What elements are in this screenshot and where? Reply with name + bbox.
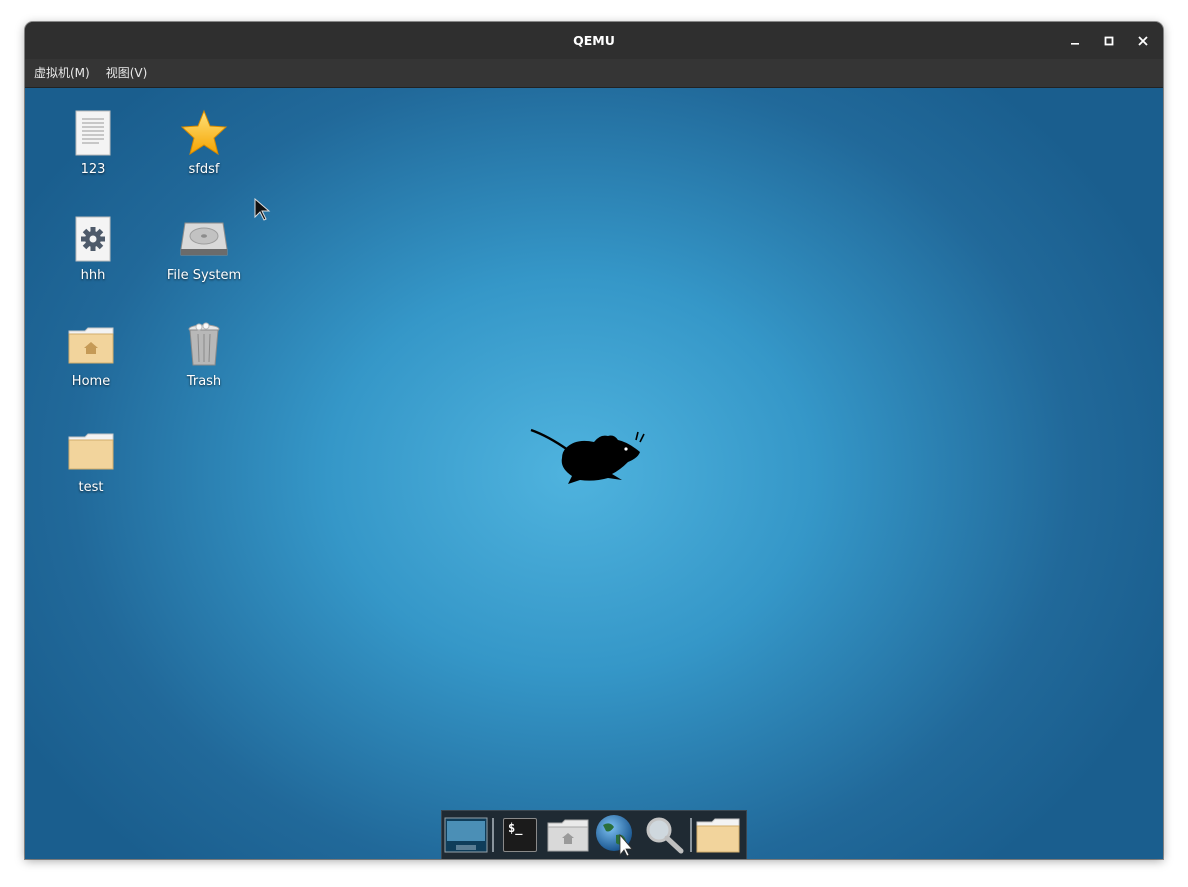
desktop-icon-label: hhh bbox=[80, 268, 106, 283]
dock-show-desktop[interactable] bbox=[442, 811, 490, 859]
desktop-icon-label: File System bbox=[166, 268, 242, 283]
home-folder-icon bbox=[68, 327, 114, 364]
terminal-icon: $_ bbox=[503, 818, 537, 852]
desktop-icon-label: test bbox=[78, 480, 104, 495]
web-browser-icon bbox=[596, 815, 633, 857]
qemu-window: QEMU 虚拟机(M) 视图(V) 123 sfdsf hhh File Sys… bbox=[25, 22, 1163, 859]
desktop-icon-label: Home bbox=[71, 374, 111, 389]
close-icon bbox=[1138, 36, 1148, 46]
desktop-icon-123[interactable]: 123 bbox=[43, 106, 143, 177]
title-bar[interactable]: QEMU bbox=[25, 22, 1163, 60]
mouse-pointer-icon bbox=[254, 198, 271, 221]
maximize-icon bbox=[1104, 36, 1114, 46]
dock-home-folder[interactable] bbox=[544, 811, 592, 859]
hard-drive-icon bbox=[180, 222, 228, 256]
desktop-icon-label: sfdsf bbox=[188, 162, 220, 177]
home-folder-icon bbox=[547, 819, 589, 852]
desktop-icon-label: Trash bbox=[186, 374, 222, 389]
star-icon bbox=[180, 109, 228, 156]
dock-separator bbox=[492, 818, 494, 852]
menu-view[interactable]: 视图(V) bbox=[98, 59, 156, 87]
desktop-icon-file-system[interactable]: File System bbox=[154, 212, 254, 283]
dock-folder[interactable] bbox=[694, 811, 742, 859]
minimize-button[interactable] bbox=[1063, 29, 1087, 53]
menu-machine[interactable]: 虚拟机(M) bbox=[25, 59, 98, 87]
dock-web-browser[interactable] bbox=[592, 811, 640, 859]
search-icon bbox=[646, 817, 684, 854]
dock-terminal[interactable]: $_ bbox=[496, 811, 544, 859]
trash-icon bbox=[188, 322, 220, 366]
desktop-icon-trash[interactable]: Trash bbox=[154, 318, 254, 389]
folder-icon bbox=[696, 818, 740, 853]
desktop-icon-sfdsf[interactable]: sfdsf bbox=[154, 106, 254, 177]
desktop-icon-home[interactable]: Home bbox=[41, 318, 141, 389]
dock-separator bbox=[690, 818, 692, 852]
xfce-mouse-icon bbox=[530, 428, 645, 484]
desktop-icon-label: 123 bbox=[80, 162, 106, 177]
minimize-icon bbox=[1071, 43, 1079, 45]
maximize-button[interactable] bbox=[1097, 29, 1121, 53]
desktop-icon-hhh[interactable]: hhh bbox=[43, 212, 143, 283]
folder-icon bbox=[68, 433, 114, 470]
guest-desktop[interactable]: 123 sfdsf hhh File System Home Trash tes… bbox=[25, 88, 1163, 859]
dock-panel: $_ bbox=[441, 810, 747, 859]
text-document-icon bbox=[75, 110, 111, 156]
desktop-icon-test[interactable]: test bbox=[41, 424, 141, 495]
menu-bar: 虚拟机(M) 视图(V) bbox=[25, 59, 1163, 88]
show-desktop-icon bbox=[444, 817, 488, 853]
terminal-prompt: $_ bbox=[508, 821, 523, 835]
window-title: QEMU bbox=[573, 33, 615, 48]
settings-document-icon bbox=[75, 216, 111, 262]
dock-search[interactable] bbox=[640, 811, 688, 859]
close-button[interactable] bbox=[1131, 29, 1155, 53]
